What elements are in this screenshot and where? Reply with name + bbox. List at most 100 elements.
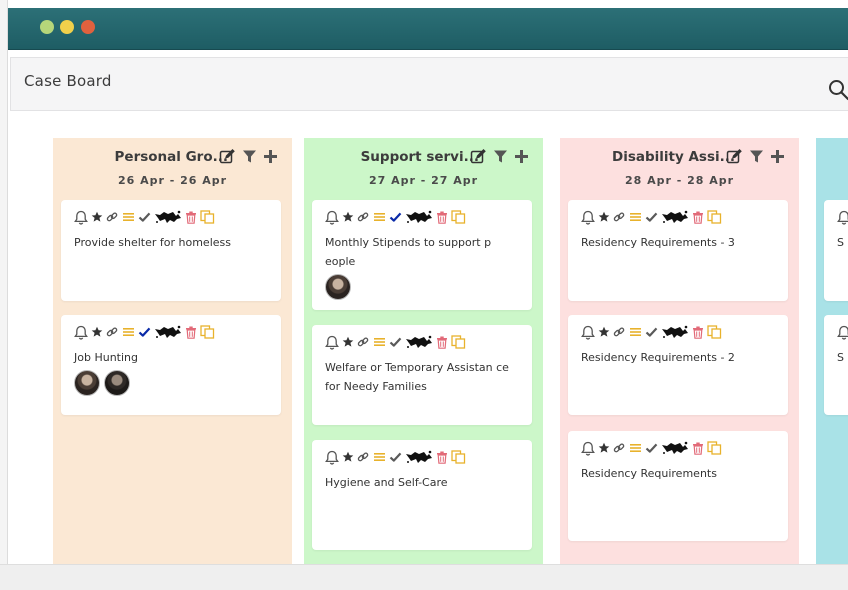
check-icon[interactable] [138,211,151,223]
case-card[interactable]: Provide shelter for homeless [61,200,281,301]
case-card[interactable]: Job Hunting [61,315,281,415]
bell-icon[interactable] [837,325,848,340]
plus-icon[interactable] [770,149,785,164]
case-card[interactable]: Residency Requirements - 3 [568,200,788,301]
star-icon[interactable] [342,336,354,348]
ink-blot-icon [662,210,688,223]
search-icon[interactable] [827,78,848,102]
star-icon[interactable] [342,211,354,223]
link-icon[interactable] [106,211,118,223]
case-card[interactable]: S s [824,200,848,301]
trash-icon[interactable] [436,451,448,464]
card-toolbar [581,440,722,456]
avatar[interactable] [74,370,100,396]
plus-icon[interactable] [263,149,278,164]
list-icon[interactable] [122,211,135,223]
list-icon[interactable] [373,336,386,348]
link-icon[interactable] [613,442,625,454]
bell-icon[interactable] [74,325,88,340]
check-icon[interactable] [138,326,151,338]
filter-icon[interactable] [749,149,764,164]
maximize-button[interactable] [60,20,74,34]
case-card[interactable]: Residency Requirements [568,431,788,541]
bell-icon[interactable] [581,441,595,456]
list-icon[interactable] [629,326,642,338]
card-toolbar [325,334,466,350]
avatar[interactable] [104,370,130,396]
star-icon[interactable] [598,442,610,454]
trash-icon[interactable] [692,211,704,224]
plus-icon[interactable] [514,149,529,164]
ink-blot-icon [155,325,181,338]
link-icon[interactable] [357,336,369,348]
minimize-button[interactable] [40,20,54,34]
link-icon[interactable] [613,211,625,223]
close-button[interactable] [81,20,95,34]
check-icon[interactable] [389,211,402,223]
check-icon[interactable] [389,336,402,348]
trash-icon[interactable] [436,336,448,349]
check-icon[interactable] [645,326,658,338]
copy-icon[interactable] [451,335,466,349]
case-card[interactable]: Hygiene and Self-Care [312,440,532,550]
column-title[interactable]: Support servi... [304,149,479,165]
bell-icon[interactable] [325,210,339,225]
list-icon[interactable] [122,326,135,338]
edit-icon[interactable] [219,148,236,164]
case-card[interactable]: S s [824,315,848,415]
filter-icon[interactable] [242,149,257,164]
trash-icon[interactable] [436,211,448,224]
trash-icon[interactable] [185,326,197,339]
star-icon[interactable] [91,211,103,223]
card-toolbar [837,209,848,225]
kanban-board: Personal Gro... 26 Apr - 26 Apr Provide sh… [10,118,848,564]
copy-icon[interactable] [200,210,215,224]
copy-icon[interactable] [707,210,722,224]
link-icon[interactable] [357,451,369,463]
window-edge [0,0,8,590]
list-icon[interactable] [629,442,642,454]
card-toolbar [325,449,466,465]
bell-icon[interactable] [581,325,595,340]
copy-icon[interactable] [707,325,722,339]
link-icon[interactable] [106,326,118,338]
bell-icon[interactable] [837,210,848,225]
filter-icon[interactable] [493,149,508,164]
column-title[interactable]: Disability Assi... [560,149,735,165]
copy-icon[interactable] [451,210,466,224]
bell-icon[interactable] [581,210,595,225]
link-icon[interactable] [357,211,369,223]
check-icon[interactable] [645,211,658,223]
list-icon[interactable] [373,211,386,223]
star-icon[interactable] [598,326,610,338]
star-icon[interactable] [598,211,610,223]
copy-icon[interactable] [451,450,466,464]
trash-icon[interactable] [185,211,197,224]
edit-icon[interactable] [726,148,743,164]
column-date-range: 28 Apr - 28 Apr [624,174,735,187]
copy-icon[interactable] [707,441,722,455]
column-title[interactable]: Personal Gro... [53,149,228,165]
card-title: Welfare or Temporary Assistan ce for Nee… [325,361,509,393]
card-title: Job Hunting [74,351,138,364]
avatar[interactable] [325,274,351,300]
star-icon[interactable] [91,326,103,338]
list-icon[interactable] [373,451,386,463]
star-icon[interactable] [342,451,354,463]
trash-icon[interactable] [692,326,704,339]
trash-icon[interactable] [692,442,704,455]
case-card[interactable]: Residency Requirements - 2 [568,315,788,415]
check-icon[interactable] [645,442,658,454]
bell-icon[interactable] [74,210,88,225]
case-card[interactable]: Monthly Stipends to support p eople [312,200,532,310]
ink-blot-icon [406,335,432,348]
check-icon[interactable] [389,451,402,463]
case-card[interactable]: Welfare or Temporary Assistan ce for Nee… [312,325,532,425]
list-icon[interactable] [629,211,642,223]
card-title: S s [837,236,848,249]
edit-icon[interactable] [470,148,487,164]
bell-icon[interactable] [325,335,339,350]
bell-icon[interactable] [325,450,339,465]
link-icon[interactable] [613,326,625,338]
copy-icon[interactable] [200,325,215,339]
